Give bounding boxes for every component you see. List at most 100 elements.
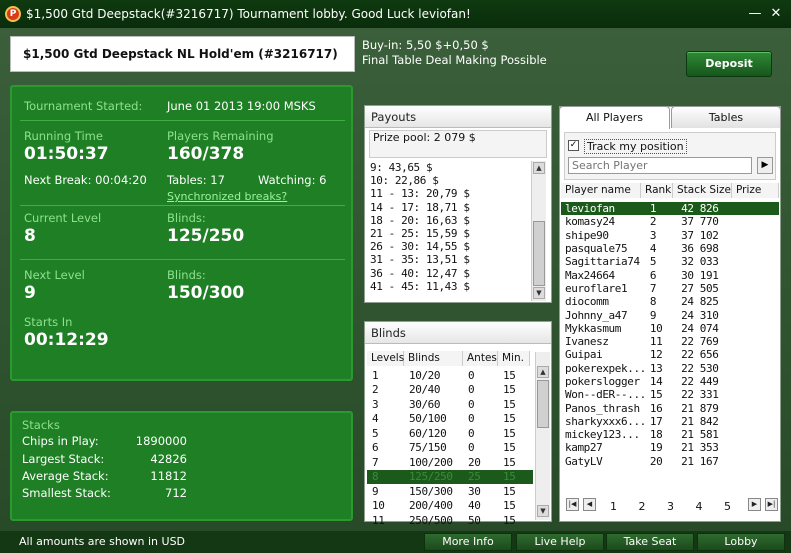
table-row[interactable]: pokerslogger 14 22 449 <box>561 375 779 388</box>
col-antes[interactable]: Antes <box>463 351 498 366</box>
page-link[interactable]: 1 <box>610 500 617 513</box>
col-player-name[interactable]: Player name <box>561 183 641 198</box>
current-blinds-label: Blinds: <box>167 211 206 225</box>
table-row[interactable]: shipe90 3 37 102 <box>561 229 779 242</box>
payouts-scrollbar[interactable]: ▲ ▼ <box>531 161 546 301</box>
search-go-icon[interactable]: ▶ <box>757 157 773 174</box>
scroll-down-icon[interactable]: ▼ <box>537 505 549 517</box>
player-cell: 30 191 <box>681 268 719 282</box>
player-cell: diocomm <box>565 295 609 309</box>
col-levels[interactable]: Levels <box>367 351 404 366</box>
divider <box>20 205 345 206</box>
divider <box>20 120 345 121</box>
table-row[interactable]: Panos_thrash 16 21 879 <box>561 401 779 415</box>
first-page-icon[interactable]: |◀ <box>566 498 579 511</box>
blinds-cell: 0 <box>468 397 475 411</box>
table-row[interactable]: Max24664 6 30 191 <box>561 268 779 282</box>
page-link[interactable]: 2 <box>639 500 646 513</box>
synchronized-breaks-link[interactable]: Synchronized breaks? <box>167 190 287 203</box>
table-row[interactable]: kamp27 19 21 353 <box>561 441 779 454</box>
player-cell <box>734 242 779 255</box>
blinds-cell: 15 <box>503 412 516 426</box>
table-row[interactable]: GatyLV 20 21 167 <box>561 455 779 468</box>
currency-note: All amounts are shown in USD <box>19 535 186 548</box>
table-row[interactable]: diocomm 8 24 825 <box>561 295 779 308</box>
player-cell: 20 <box>649 454 663 468</box>
table-row[interactable]: mickey123... 18 21 581 <box>561 428 779 441</box>
player-cell: 17 <box>649 414 663 428</box>
table-row[interactable]: Ivanesz 11 22 769 <box>561 335 779 348</box>
scroll-thumb[interactable] <box>533 221 545 286</box>
deposit-button[interactable]: Deposit <box>686 51 772 77</box>
live-help-button[interactable]: Live Help <box>516 533 604 551</box>
table-row[interactable]: euroflare1 7 27 505 <box>561 282 779 295</box>
scroll-up-icon[interactable]: ▲ <box>537 366 549 378</box>
next-blinds-value: 150/300 <box>167 283 245 303</box>
blinds-cell: 3 <box>372 397 379 411</box>
player-cell: 32 033 <box>681 255 719 269</box>
col-blinds[interactable]: Blinds <box>404 351 463 366</box>
next-page-icon[interactable]: ▶ <box>748 498 761 511</box>
scroll-thumb[interactable] <box>537 380 549 428</box>
player-cell: Sagittaria74 <box>565 255 640 269</box>
last-page-icon[interactable]: ▶| <box>765 498 778 511</box>
track-position-label[interactable]: Track my position <box>584 139 687 154</box>
table-row[interactable]: komasy24 2 37 770 <box>561 215 779 228</box>
table-row[interactable]: Mykkasmum 10 24 074 <box>561 322 779 335</box>
table-row[interactable]: Johnny_a47 9 24 310 <box>561 308 779 322</box>
bottom-bar: All amounts are shown in USD More Info L… <box>0 531 791 553</box>
track-position-checkbox[interactable]: ✓ <box>568 140 579 151</box>
page-link[interactable]: 4 <box>696 500 703 513</box>
blinds-row: 11 250/500 50 15 <box>367 513 533 528</box>
blinds-scrollbar[interactable]: ▲ ▼ <box>535 352 550 520</box>
player-cell: 42 826 <box>677 202 735 216</box>
player-cell <box>734 455 779 468</box>
minimize-icon[interactable]: — <box>748 7 762 21</box>
stack-value: 1890000 <box>135 434 187 448</box>
tournament-info: Buy-in: 5,50 $+0,50 $ Final Table Deal M… <box>362 38 547 68</box>
player-cell: 15 <box>649 388 663 402</box>
col-rank[interactable]: Rank <box>641 183 673 198</box>
scroll-up-icon[interactable]: ▲ <box>533 162 545 174</box>
take-seat-button[interactable]: Take Seat <box>606 533 694 551</box>
tournament-name-card: $1,500 Gtd Deepstack NL Hold'em (#321671… <box>10 36 355 72</box>
prev-page-icon[interactable]: ◀ <box>583 498 596 511</box>
blinds-cell: 30 <box>468 484 481 498</box>
page-link[interactable]: 5 <box>724 500 731 513</box>
player-cell: 21 581 <box>681 428 719 442</box>
blinds-row: 6 75/150 0 15 <box>367 441 533 456</box>
lobby-button[interactable]: Lobby <box>697 533 785 551</box>
table-row[interactable]: pasquale75 4 36 698 <box>561 242 779 255</box>
blinds-cell: 4 <box>372 412 379 426</box>
table-row[interactable]: leviofan 1 42 826 <box>561 202 779 216</box>
blinds-cell: 25 <box>463 469 498 484</box>
scroll-down-icon[interactable]: ▼ <box>533 287 545 299</box>
blinds-cell: 150/300 <box>409 484 453 498</box>
player-cell: 13 <box>649 361 663 375</box>
table-row[interactable]: sharkyxxx6... 17 21 842 <box>561 415 779 428</box>
search-player-input[interactable] <box>568 157 752 174</box>
player-cell: pokerexpek... <box>565 361 646 375</box>
close-icon[interactable]: ✕ <box>769 7 783 21</box>
page-link[interactable]: 3 <box>667 500 674 513</box>
blinds-cell: 50 <box>468 513 481 527</box>
col-prize[interactable]: Prize <box>732 183 779 198</box>
deal-note: Final Table Deal Making Possible <box>362 53 547 67</box>
table-row[interactable]: Won--dER--... 15 22 331 <box>561 388 779 401</box>
blinds-cell: 5 <box>372 426 379 440</box>
next-break: Next Break: 00:04:20 <box>24 173 147 187</box>
player-cell: 21 842 <box>681 414 719 428</box>
blinds-cell: 15 <box>503 513 516 527</box>
tab-all-players[interactable]: All Players <box>559 106 670 129</box>
table-row[interactable]: Sagittaria74 5 32 033 <box>561 255 779 268</box>
payout-line: 9: 43,65 $ <box>370 161 433 174</box>
started-label: Tournament Started: <box>24 99 143 113</box>
tab-tables[interactable]: Tables <box>671 106 781 128</box>
col-min[interactable]: Min. <box>498 351 530 366</box>
table-row[interactable]: Guipai 12 22 656 <box>561 348 779 361</box>
more-info-button[interactable]: More Info <box>424 533 512 551</box>
table-row[interactable]: pokerexpek... 13 22 530 <box>561 362 779 375</box>
stack-value: 11812 <box>150 469 187 483</box>
player-cell: 6 <box>649 268 657 282</box>
col-stack-size[interactable]: Stack Size <box>673 183 732 198</box>
